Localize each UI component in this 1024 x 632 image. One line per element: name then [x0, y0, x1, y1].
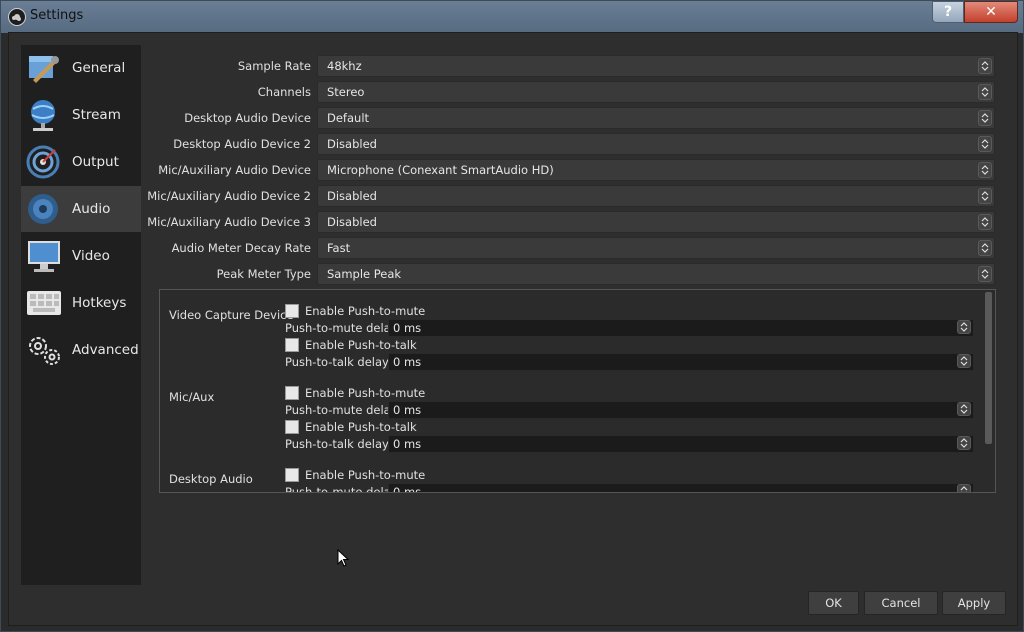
meter-decay-rate-label: Audio Meter Decay Rate — [171, 241, 311, 255]
peak-meter-type-select[interactable]: Sample Peak — [317, 263, 995, 285]
select-arrows-icon — [978, 188, 992, 204]
obs-logo-icon — [8, 8, 26, 26]
hotkeys-icon — [27, 291, 61, 315]
push-to-mute-delay-input[interactable]: 0 ms — [388, 401, 974, 419]
peak-meter-type-label: Peak Meter Type — [216, 267, 311, 281]
desktop-audio-device-2-select[interactable]: Disabled — [317, 133, 995, 155]
spinbox-arrows-icon[interactable] — [957, 402, 971, 416]
spinbox-arrows-icon[interactable] — [957, 320, 971, 334]
sidebar-item-label: Advanced — [72, 342, 139, 358]
sample-rate-select[interactable]: 48khz — [317, 55, 995, 77]
channels-value: Stereo — [327, 85, 365, 99]
select-arrows-icon — [978, 136, 992, 152]
channels-label: Channels — [257, 85, 311, 99]
push-to-mute-delay-label: Push-to-mute delay — [285, 321, 398, 335]
sidebar-item-label: Hotkeys — [72, 295, 127, 311]
push-to-talk-delay-value: 0 ms — [393, 355, 422, 369]
audio-icon — [28, 194, 58, 224]
settings-dialog: General Stream Output Audio Video Hotkey… — [8, 32, 1018, 626]
video-icon — [28, 241, 60, 272]
source-label-mic-aux: Mic/Aux — [169, 390, 215, 404]
mouse-cursor-icon — [337, 549, 349, 567]
desktop-audio-device-2-value: Disabled — [327, 137, 377, 151]
push-to-mute-delay-value: 0 ms — [393, 403, 422, 417]
push-to-talk-delay-value: 0 ms — [393, 437, 422, 451]
cancel-button[interactable]: Cancel — [864, 591, 938, 615]
source-label-desktop-audio: Desktop Audio — [169, 472, 253, 486]
meter-decay-rate-select[interactable]: Fast — [317, 237, 995, 259]
push-to-talk-delay-input[interactable]: 0 ms — [388, 435, 974, 453]
push-to-mute-label: Enable Push-to-mute — [305, 304, 426, 318]
desktop-audio-device-value: Default — [327, 111, 370, 125]
sample-rate-label: Sample Rate — [237, 59, 311, 73]
desktop-audio-device-select[interactable]: Default — [317, 107, 995, 129]
apply-button[interactable]: Apply — [942, 591, 1006, 615]
source-label-video-capture: Video Capture Device — [169, 308, 294, 322]
push-to-mute-delay-input[interactable]: 0 ms — [388, 483, 974, 493]
push-to-talk-checkbox[interactable] — [285, 420, 299, 434]
output-icon — [26, 145, 60, 179]
push-to-talk-checkbox[interactable] — [285, 338, 299, 352]
mic-aux-device-2-value: Disabled — [327, 189, 377, 203]
select-arrows-icon — [978, 214, 992, 230]
mic-aux-device-2-label: Mic/Auxiliary Audio Device 2 — [147, 189, 311, 203]
push-to-mute-delay-label: Push-to-mute delay — [285, 403, 398, 417]
push-to-mute-checkbox[interactable] — [285, 468, 299, 482]
peak-meter-type-value: Sample Peak — [327, 267, 402, 281]
desktop-audio-device-2-label: Desktop Audio Device 2 — [173, 137, 311, 151]
mic-aux-device-3-select[interactable]: Disabled — [317, 211, 995, 233]
mic-aux-device-3-label: Mic/Auxiliary Audio Device 3 — [147, 215, 311, 229]
general-icon — [29, 56, 59, 83]
spinbox-arrows-icon[interactable] — [957, 484, 971, 492]
select-arrows-icon — [978, 58, 992, 74]
sidebar-item-hotkeys[interactable]: Hotkeys — [21, 280, 141, 326]
push-to-talk-delay-label: Push-to-talk delay — [285, 355, 389, 369]
audio-hotkeys-panel: Video Capture Device Enable Push-to-mute… — [159, 289, 996, 493]
sidebar-item-advanced[interactable]: Advanced — [21, 327, 141, 373]
mic-aux-device-select[interactable]: Microphone (Conexant SmartAudio HD) — [317, 159, 995, 181]
advanced-icon — [29, 337, 60, 365]
select-arrows-icon — [978, 84, 992, 100]
push-to-talk-delay-input[interactable]: 0 ms — [388, 353, 974, 371]
push-to-mute-delay-value: 0 ms — [393, 485, 422, 493]
push-to-talk-label: Enable Push-to-talk — [305, 338, 417, 352]
channels-select[interactable]: Stereo — [317, 81, 995, 103]
push-to-mute-delay-value: 0 ms — [393, 321, 422, 335]
meter-decay-rate-value: Fast — [327, 241, 351, 255]
title-bar[interactable]: Settings ? ✕ — [0, 0, 1024, 33]
select-arrows-icon — [978, 110, 992, 126]
select-arrows-icon — [978, 240, 992, 256]
select-arrows-icon — [978, 162, 992, 178]
hotkeys-scrollbar[interactable] — [985, 292, 992, 444]
window-title: Settings — [30, 8, 84, 23]
sample-rate-value: 48khz — [327, 59, 362, 73]
help-button[interactable]: ? — [932, 1, 964, 23]
push-to-mute-label: Enable Push-to-mute — [305, 468, 426, 482]
settings-sidebar: General Stream Output Audio Video Hotkey… — [21, 45, 141, 585]
mic-aux-device-label: Mic/Auxiliary Audio Device — [158, 163, 311, 177]
desktop-audio-device-label: Desktop Audio Device — [184, 111, 311, 125]
mic-aux-device-3-value: Disabled — [327, 215, 377, 229]
push-to-mute-delay-label: Push-to-mute delay — [285, 485, 398, 493]
push-to-talk-label: Enable Push-to-talk — [305, 420, 417, 434]
push-to-mute-checkbox[interactable] — [285, 386, 299, 400]
stream-icon — [31, 100, 55, 131]
spinbox-arrows-icon[interactable] — [957, 436, 971, 450]
push-to-mute-checkbox[interactable] — [285, 304, 299, 318]
close-button[interactable]: ✕ — [964, 1, 1018, 23]
spinbox-arrows-icon[interactable] — [957, 354, 971, 368]
mic-aux-device-2-select[interactable]: Disabled — [317, 185, 995, 207]
push-to-talk-delay-label: Push-to-talk delay — [285, 437, 389, 451]
mic-aux-device-value: Microphone (Conexant SmartAudio HD) — [327, 163, 554, 177]
select-arrows-icon — [978, 266, 992, 282]
push-to-mute-label: Enable Push-to-mute — [305, 386, 426, 400]
ok-button[interactable]: OK — [808, 591, 859, 615]
push-to-mute-delay-input[interactable]: 0 ms — [388, 319, 974, 337]
